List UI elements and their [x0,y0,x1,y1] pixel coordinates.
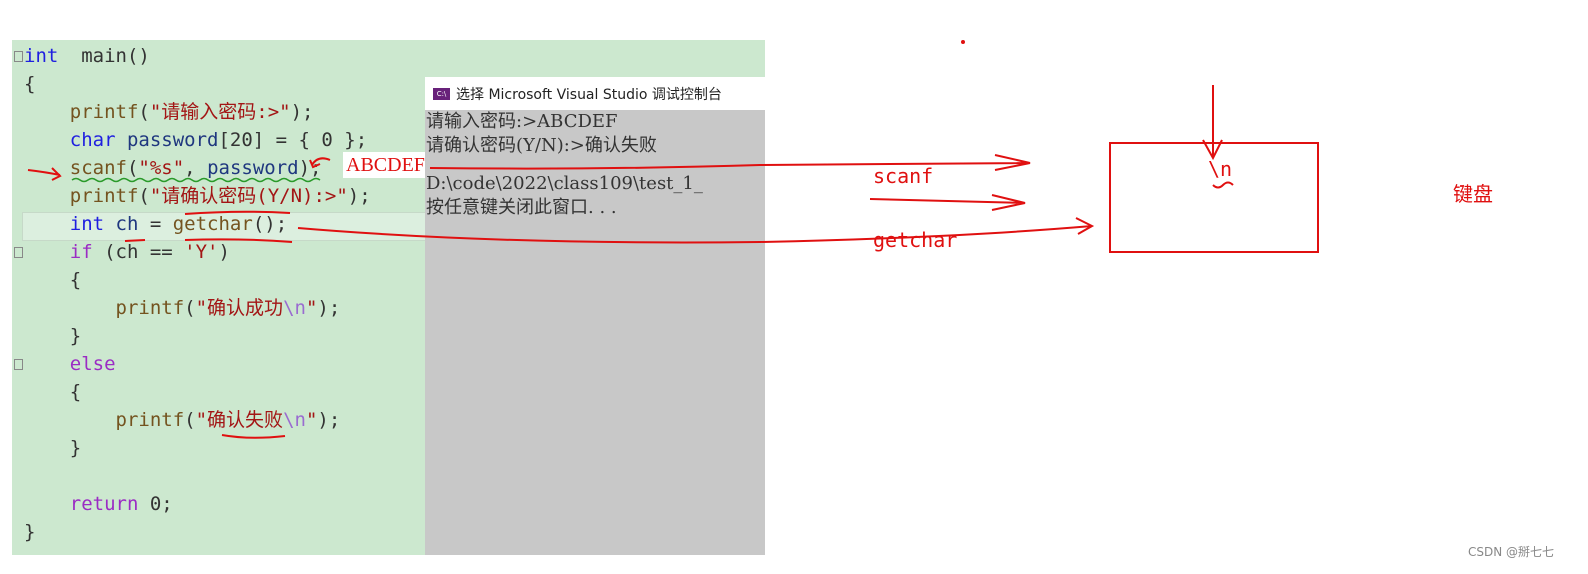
watermark: CSDN @掰七七 [1467,545,1554,559]
squiggle-underline [71,177,321,183]
newline-label: \n [1208,157,1233,181]
scanf-label: scanf [873,164,934,188]
getchar-label: getchar [873,228,958,252]
scanf-flow-line [429,154,1031,171]
newline-squiggle [1212,181,1234,189]
keyboard-label: 键盘 [1453,182,1493,206]
getchar-flow-line [297,217,1095,244]
arrow-to-abcdef [309,157,331,169]
scanf-flow-line-2 [869,194,1026,211]
red-annotations [27,40,1319,439]
keyboard-input-arrow [1202,85,1223,161]
arrow-to-scanf [27,167,62,181]
